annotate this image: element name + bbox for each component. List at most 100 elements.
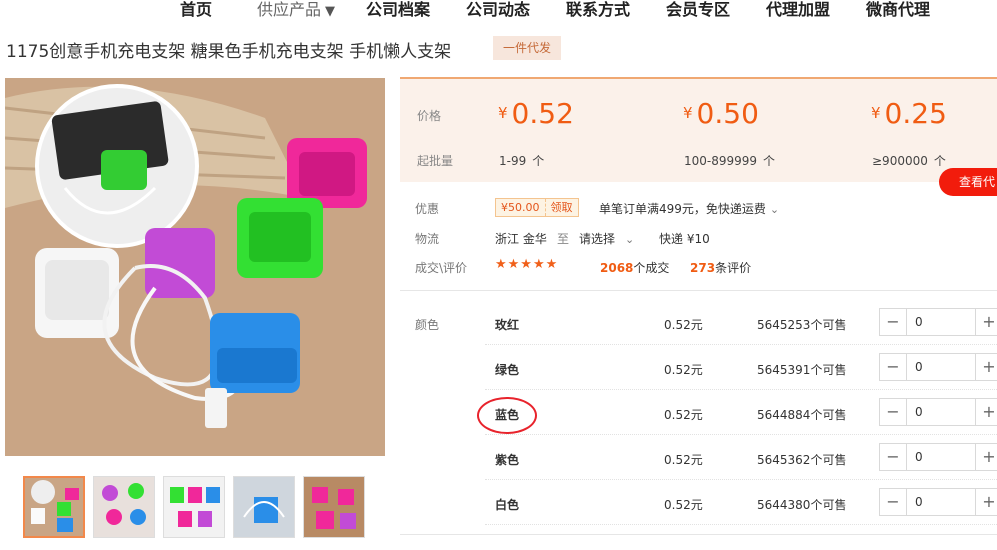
quantity-input[interactable]	[906, 489, 976, 515]
top-nav: 首页 供应产品 ▼ 公司档案 公司动态 联系方式 会员专区 代理加盟 微商代理	[0, 0, 997, 20]
quantity-stepper: − +	[879, 488, 997, 516]
quantity-stepper: − +	[879, 443, 997, 471]
divider	[400, 290, 997, 291]
thumbnail-4-image	[234, 477, 294, 537]
price-tier-3: ¥0.25	[871, 97, 947, 130]
nav-company-profile[interactable]: 公司档案	[366, 0, 430, 20]
sku-stock: 5645362个可售	[757, 453, 847, 467]
min-qty-label: 起批量	[417, 154, 454, 168]
chevron-down-icon: ⌄	[625, 233, 635, 246]
thumbnail-5[interactable]	[303, 476, 365, 538]
plus-icon[interactable]: +	[976, 444, 997, 470]
thumbnail-3[interactable]	[163, 476, 225, 538]
thumbnail-4[interactable]	[233, 476, 295, 538]
range-tier-2-value: 100-899999	[684, 154, 758, 168]
quantity-stepper: − +	[879, 353, 997, 381]
thumbnail-2[interactable]	[93, 476, 155, 538]
price-label: 价格	[417, 109, 442, 123]
shipping-to: 至	[557, 232, 570, 246]
range-tier-2: 100-899999 个	[684, 152, 775, 169]
color-label: 颜色	[415, 318, 440, 332]
sku-color-name: 紫色	[495, 453, 520, 467]
minus-icon[interactable]: −	[880, 489, 906, 515]
reviews-text: 条评价	[715, 261, 752, 275]
nav-agent-join[interactable]: 代理加盟	[766, 0, 830, 20]
coupon-amount: ¥50.00	[496, 199, 546, 216]
currency-symbol: ¥	[871, 104, 881, 122]
minus-icon[interactable]: −	[880, 309, 906, 335]
plus-icon[interactable]: +	[976, 309, 997, 335]
plus-icon[interactable]: +	[976, 489, 997, 515]
minus-icon[interactable]: −	[880, 399, 906, 425]
range-tier-1: 1-99 个	[499, 152, 544, 169]
sku-row: 玫红 0.52元 5645253个可售 − +	[485, 300, 997, 345]
price-tier-3-value: 0.25	[884, 97, 947, 130]
sku-price: 0.52元	[664, 498, 703, 512]
thumbnail-5-image	[304, 477, 364, 537]
sku-color-name: 白色	[495, 498, 520, 512]
reviews-count: 273	[690, 261, 716, 275]
price-tier-1-value: 0.52	[511, 97, 574, 130]
dropship-badge: 一件代发	[493, 36, 562, 60]
deals-count: 2068	[600, 261, 634, 275]
destination-label: 请选择	[579, 232, 616, 246]
deals-text: 个成交	[633, 261, 670, 275]
divider	[400, 534, 997, 535]
thumbnail-3-image	[164, 477, 224, 537]
currency-symbol: ¥	[498, 104, 508, 122]
coupon: ¥50.00 领取	[495, 198, 579, 217]
price-tier-1: ¥0.52	[498, 97, 574, 130]
annotation-circle	[477, 397, 537, 434]
quantity-input[interactable]	[906, 309, 976, 335]
range-tier-3-unit: 个	[933, 154, 946, 168]
reviews-summary[interactable]: 273条评价	[690, 259, 751, 276]
sku-stock: 5644884个可售	[757, 408, 847, 422]
deals-summary[interactable]: 2068个成交	[600, 259, 669, 276]
range-tier-2-unit: 个	[763, 154, 776, 168]
quantity-stepper: − +	[879, 398, 997, 426]
destination-select[interactable]: 请选择 ⌄	[579, 230, 634, 247]
sku-color-name: 玫红	[495, 318, 520, 332]
sku-stock: 5645391个可售	[757, 363, 847, 377]
nav-products-label: 供应产品	[257, 0, 322, 19]
sku-price: 0.52元	[664, 363, 703, 377]
range-tier-3-value: ≥900000	[872, 154, 928, 168]
plus-icon[interactable]: +	[976, 399, 997, 425]
shipping-origin: 浙江 金华	[495, 232, 547, 246]
nav-contact[interactable]: 联系方式	[566, 0, 630, 20]
nav-products[interactable]: 供应产品 ▼	[257, 0, 335, 20]
quantity-stepper: − +	[879, 308, 997, 336]
quantity-input[interactable]	[906, 444, 976, 470]
sku-row: 紫色 0.52元 5645362个可售 − +	[485, 435, 997, 480]
quantity-input[interactable]	[906, 399, 976, 425]
sku-price: 0.52元	[664, 453, 703, 467]
nav-home[interactable]: 首页	[180, 0, 212, 20]
shipping-fee: 快递 ¥10	[659, 232, 710, 246]
sku-row: 绿色 0.52元 5645391个可售 − +	[485, 345, 997, 390]
currency-symbol: ¥	[683, 104, 693, 122]
minus-icon[interactable]: −	[880, 354, 906, 380]
quantity-input[interactable]	[906, 354, 976, 380]
sku-color-name: 绿色	[495, 363, 520, 377]
product-title: 1175创意手机充电支架 糖果色手机充电支架 手机懒人支架	[6, 42, 452, 62]
nav-company-news[interactable]: 公司动态	[466, 0, 530, 20]
free-shipping-text[interactable]: 单笔订单满499元，免快递运费 ⌄	[599, 200, 779, 217]
plus-icon[interactable]: +	[976, 354, 997, 380]
price-box: 价格 起批量 ¥0.52 ¥0.50 ¥0.25 1-99 个 100-89999…	[400, 77, 997, 182]
view-agent-button[interactable]: 查看代	[939, 168, 997, 196]
deal-review-label: 成交\评价	[415, 261, 468, 275]
thumbnail-1[interactable]	[23, 476, 85, 538]
chevron-down-icon: ▼	[325, 4, 336, 19]
price-tier-2: ¥0.50	[683, 97, 759, 130]
coupon-get-button[interactable]: 领取	[546, 199, 578, 216]
sku-stock: 5644380个可售	[757, 498, 847, 512]
nav-wechat-agent[interactable]: 微商代理	[866, 0, 930, 20]
logistics-label: 物流	[415, 232, 440, 246]
nav-member[interactable]: 会员专区	[666, 0, 730, 20]
chevron-down-icon: ⌄	[769, 203, 780, 216]
main-product-image[interactable]	[5, 78, 385, 456]
thumbnail-1-image	[25, 478, 83, 536]
sku-row: 白色 0.52元 5644380个可售 − +	[485, 480, 997, 525]
sku-price: 0.52元	[664, 408, 703, 422]
minus-icon[interactable]: −	[880, 444, 906, 470]
